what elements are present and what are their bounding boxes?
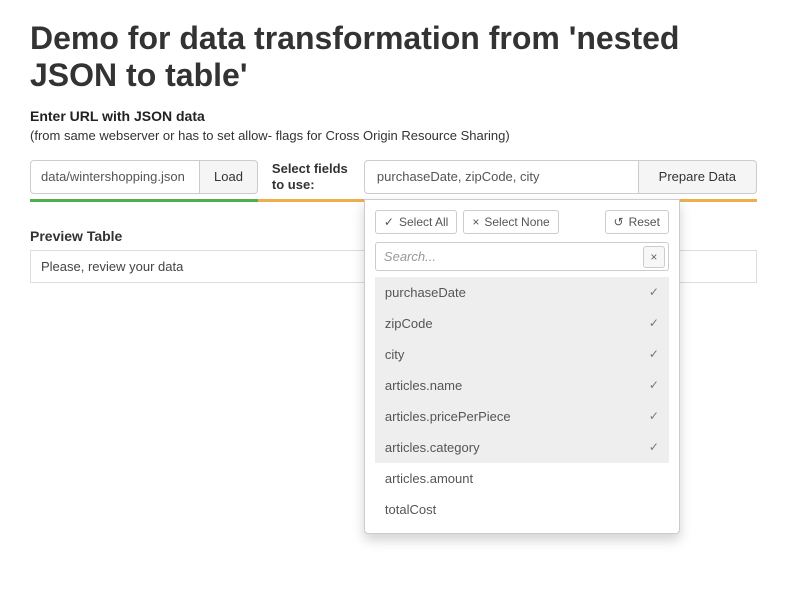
prepare-data-button[interactable]: Prepare Data: [639, 160, 757, 194]
field-option-label: zipCode: [385, 316, 433, 331]
select-none-label: Select None: [484, 215, 549, 229]
x-icon: ×: [650, 250, 657, 264]
load-button[interactable]: Load: [200, 160, 258, 194]
select-all-label: Select All: [399, 215, 448, 229]
page-title: Demo for data transformation from 'neste…: [30, 20, 757, 94]
dropdown-controls: ✓ Select All × Select None ↺ Reset: [375, 210, 669, 234]
field-option-label: city: [385, 347, 405, 362]
check-icon: ✓: [384, 215, 394, 229]
field-option-label: purchaseDate: [385, 285, 466, 300]
search-input[interactable]: [375, 242, 669, 271]
field-option-label: articles.amount: [385, 471, 473, 486]
clear-search-button[interactable]: ×: [643, 246, 665, 268]
check-icon: ✓: [649, 409, 659, 423]
field-option-label: articles.name: [385, 378, 462, 393]
field-option[interactable]: zipCode ✓: [375, 308, 669, 339]
reset-label: Reset: [629, 215, 660, 229]
reset-button[interactable]: ↺ Reset: [605, 210, 669, 234]
check-icon: ✓: [649, 285, 659, 299]
field-option[interactable]: city ✓: [375, 339, 669, 370]
url-heading: Enter URL with JSON data: [30, 108, 757, 124]
url-group: Load: [30, 155, 258, 202]
field-option[interactable]: articles.name ✓: [375, 370, 669, 401]
field-option[interactable]: articles.category ✓: [375, 432, 669, 463]
toolbar: Load Select fields to use: purchaseDate,…: [30, 155, 757, 202]
fields-multiselect[interactable]: purchaseDate, zipCode, city: [364, 160, 639, 194]
fields-group: Select fields to use: purchaseDate, zipC…: [258, 155, 757, 202]
check-icon: ✓: [649, 378, 659, 392]
fields-list: purchaseDate ✓ zipCode ✓ city ✓ articles.name ✓…: [375, 277, 669, 525]
field-option[interactable]: totalCost: [375, 494, 669, 525]
undo-icon: ↺: [614, 215, 624, 229]
field-option[interactable]: purchaseDate ✓: [375, 277, 669, 308]
check-icon: ✓: [649, 316, 659, 330]
field-option-label: articles.category: [385, 440, 480, 455]
field-option[interactable]: articles.pricePerPiece ✓: [375, 401, 669, 432]
field-option[interactable]: articles.amount: [375, 463, 669, 494]
fields-label: Select fields to use:: [258, 161, 364, 192]
fields-dropdown: ✓ Select All × Select None ↺ Reset × pu: [364, 199, 680, 534]
select-all-button[interactable]: ✓ Select All: [375, 210, 457, 234]
url-input[interactable]: [30, 160, 200, 194]
search-wrap: ×: [375, 242, 669, 271]
field-option-label: totalCost: [385, 502, 436, 517]
field-option-label: articles.pricePerPiece: [385, 409, 511, 424]
url-hint: (from same webserver or has to set allow…: [30, 128, 757, 143]
select-none-button[interactable]: × Select None: [463, 210, 558, 234]
check-icon: ✓: [649, 347, 659, 361]
x-icon: ×: [472, 215, 479, 229]
check-icon: ✓: [649, 440, 659, 454]
